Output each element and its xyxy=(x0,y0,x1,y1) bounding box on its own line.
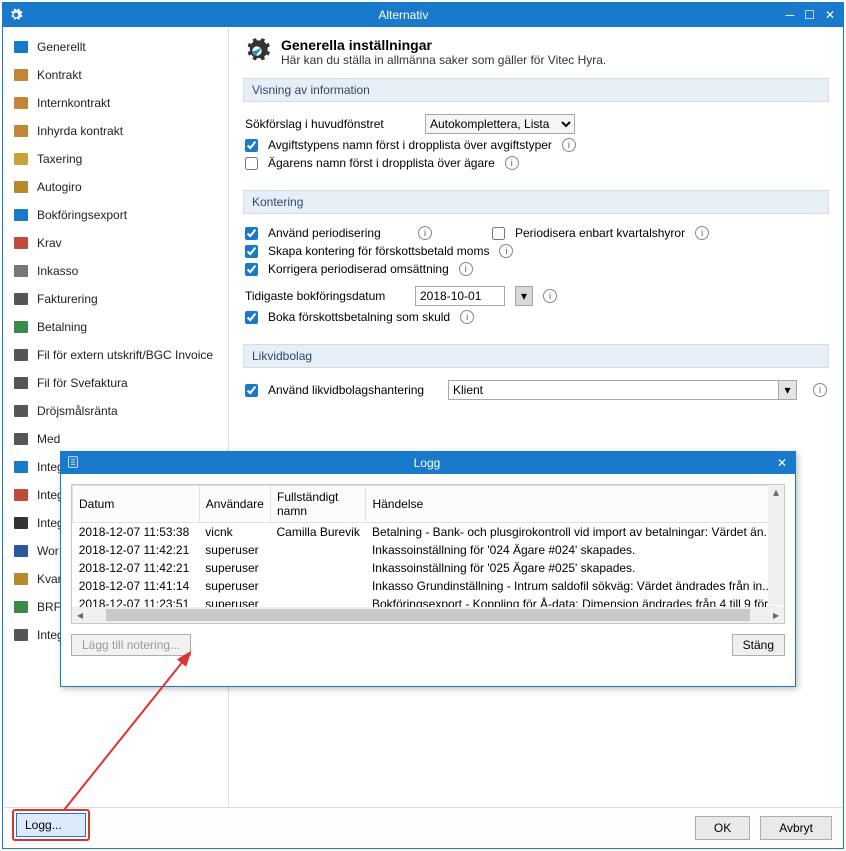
info-icon[interactable]: i xyxy=(499,244,513,258)
info-icon[interactable]: i xyxy=(505,156,519,170)
tidigaste-label: Tidigaste bokföringsdatum xyxy=(245,289,405,303)
avbryt-button[interactable]: Avbryt xyxy=(760,816,832,840)
minimize-icon[interactable]: ─ xyxy=(786,8,795,22)
info-icon[interactable]: i xyxy=(562,138,576,152)
cb-avgiftstyp[interactable] xyxy=(245,139,258,152)
page-subtitle: Här kan du ställa in allmänna saker som … xyxy=(281,53,606,67)
chevron-down-icon[interactable]: ▾ xyxy=(779,380,797,400)
sidebar-item[interactable]: Betalning xyxy=(3,313,228,341)
window-title: Alternativ xyxy=(29,8,778,22)
section-kontering: Kontering xyxy=(243,190,829,214)
sidebar-item[interactable]: Autogiro xyxy=(3,173,228,201)
table-row[interactable]: 2018-12-07 11:53:38vicnkCamilla BurevikB… xyxy=(73,523,784,542)
cb-forskott-moms-label: Skapa kontering för förskottsbetald moms xyxy=(268,244,489,258)
sokforslag-select[interactable]: Autokomplettera, Lista xyxy=(425,114,575,134)
cb-kvartal-label: Periodisera enbart kvartalshyror xyxy=(515,226,685,240)
table-row[interactable]: 2018-12-07 11:41:14superuserInkasso Grun… xyxy=(73,577,784,595)
table-row[interactable]: 2018-12-07 11:42:21superuserInkassoinstä… xyxy=(73,541,784,559)
footer: Logg... OK Avbryt xyxy=(4,807,842,847)
cb-forskott-moms[interactable] xyxy=(245,245,258,258)
col-handelse[interactable]: Händelse xyxy=(366,486,784,523)
sidebar: GenerelltKontraktInternkontraktInhyrda k… xyxy=(3,27,229,808)
sidebar-item[interactable]: Med xyxy=(3,425,228,453)
stang-button[interactable]: Stäng xyxy=(732,634,785,656)
cb-likvid[interactable] xyxy=(245,384,258,397)
col-fullnamn[interactable]: Fullständigt namn xyxy=(270,486,365,523)
section-visning: Visning av information xyxy=(243,78,829,102)
dialog-title: Logg xyxy=(85,456,769,470)
cb-kvartal[interactable] xyxy=(492,227,505,240)
table-row[interactable]: 2018-12-07 11:42:21superuserInkassoinstä… xyxy=(73,559,784,577)
gear-icon xyxy=(3,8,29,22)
logg-button[interactable]: Logg... xyxy=(16,813,86,837)
cb-agarnamn-label: Ägarens namn först i dropplista över äga… xyxy=(268,156,495,170)
info-icon[interactable]: i xyxy=(543,289,557,303)
sidebar-item[interactable]: Fil för extern utskrift/BGC Invoice xyxy=(3,341,228,369)
cb-avgiftstyp-label: Avgiftstypens namn först i dropplista öv… xyxy=(268,138,552,152)
sidebar-item[interactable]: Dröjsmålsränta xyxy=(3,397,228,425)
section-likvid: Likvidbolag xyxy=(243,344,829,368)
sidebar-item[interactable]: Bokföringsexport xyxy=(3,201,228,229)
sidebar-item[interactable]: Fakturering xyxy=(3,285,228,313)
cb-periodisering-label: Använd periodisering xyxy=(268,226,408,240)
col-anvandare[interactable]: Användare xyxy=(199,486,270,523)
titlebar[interactable]: Alternativ ─ ☐ ✕ xyxy=(3,3,843,27)
likvid-select[interactable]: Klient xyxy=(448,380,779,400)
info-icon[interactable]: i xyxy=(418,226,432,240)
gear-check-icon xyxy=(243,37,271,68)
info-icon[interactable]: i xyxy=(813,383,827,397)
log-grid[interactable]: Datum Användare Fullständigt namn Händel… xyxy=(71,484,785,624)
cb-agarnamn[interactable] xyxy=(245,157,258,170)
sidebar-item[interactable]: Taxering xyxy=(3,145,228,173)
sokforslag-label: Sökförslag i huvudfönstret xyxy=(245,117,415,131)
sidebar-item[interactable]: Krav xyxy=(3,229,228,257)
log-icon xyxy=(61,456,85,471)
close-icon[interactable]: ✕ xyxy=(825,8,835,22)
cb-korrigera[interactable] xyxy=(245,263,258,276)
add-note-button[interactable]: Lägg till notering... xyxy=(71,634,191,656)
scrollbar-vertical[interactable]: ▴ xyxy=(768,485,784,605)
main-panel: Generella inställningar Här kan du ställ… xyxy=(229,27,843,808)
cb-korrigera-label: Korrigera periodiserad omsättning xyxy=(268,262,449,276)
info-icon[interactable]: i xyxy=(695,226,709,240)
scrollbar-horizontal[interactable]: ◂▸ xyxy=(72,607,784,623)
cb-forskott-skuld[interactable] xyxy=(245,311,258,324)
maximize-icon[interactable]: ☐ xyxy=(804,8,815,22)
dialog-close-icon[interactable]: ✕ xyxy=(777,456,787,470)
page-title: Generella inställningar xyxy=(281,37,606,53)
date-dropdown-icon[interactable]: ▾ xyxy=(515,286,533,306)
sidebar-item[interactable]: Inhyrda kontrakt xyxy=(3,117,228,145)
cb-likvid-label: Använd likvidbolagshantering xyxy=(268,383,438,397)
info-icon[interactable]: i xyxy=(459,262,473,276)
sidebar-item[interactable]: Internkontrakt xyxy=(3,89,228,117)
cb-forskott-skuld-label: Boka förskottsbetalning som skuld xyxy=(268,310,450,324)
logg-dialog: Logg ✕ Datum Användare Fullständigt namn… xyxy=(60,451,796,687)
sidebar-item[interactable]: Kontrakt xyxy=(3,61,228,89)
cb-periodisering[interactable] xyxy=(245,227,258,240)
logg-highlight: Logg... xyxy=(12,809,90,841)
alternativ-window: Alternativ ─ ☐ ✕ GenerelltKontraktIntern… xyxy=(2,2,844,849)
ok-button[interactable]: OK xyxy=(695,816,750,840)
col-datum[interactable]: Datum xyxy=(73,486,200,523)
sidebar-item[interactable]: Generellt xyxy=(3,33,228,61)
tidigaste-date[interactable]: 2018-10-01 xyxy=(415,286,505,306)
info-icon[interactable]: i xyxy=(460,310,474,324)
sidebar-item[interactable]: Inkasso xyxy=(3,257,228,285)
sidebar-item[interactable]: Fil för Svefaktura xyxy=(3,369,228,397)
